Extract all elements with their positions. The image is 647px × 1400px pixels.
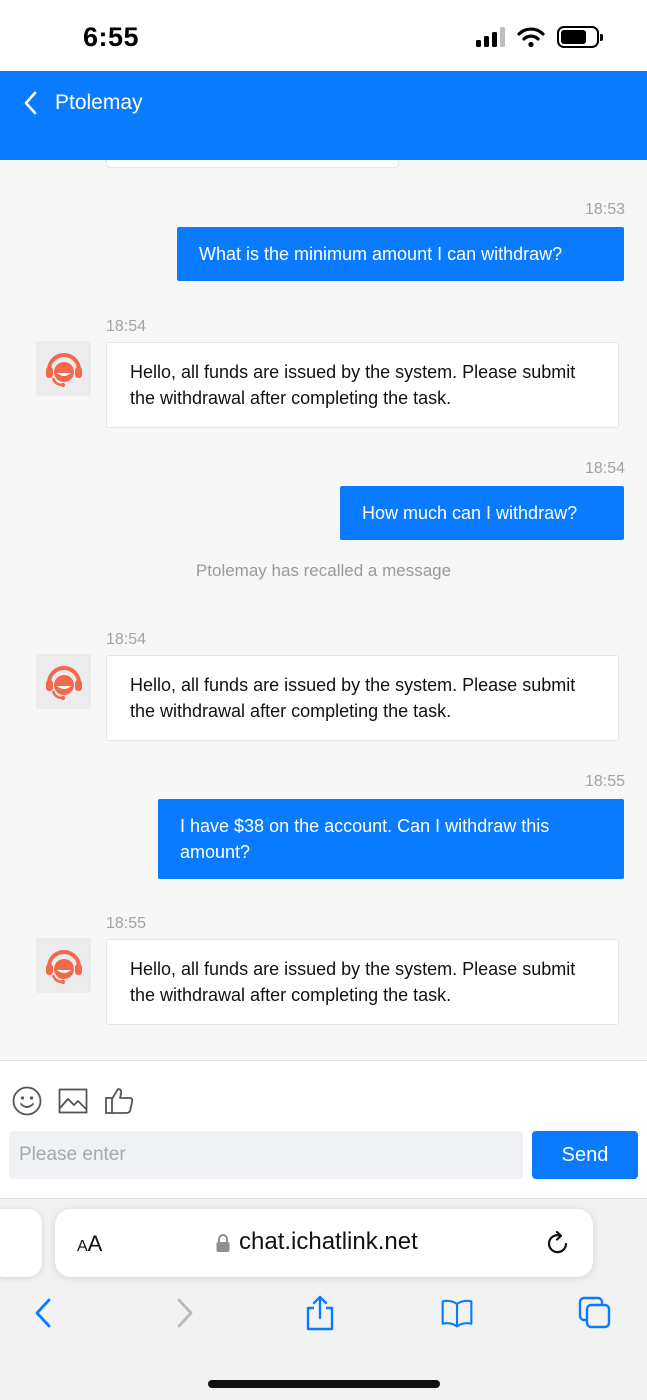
send-button[interactable]: Send xyxy=(532,1131,638,1179)
battery-icon xyxy=(557,26,603,48)
message-timestamp: 18:53 xyxy=(584,201,625,218)
previous-tab-stub[interactable] xyxy=(0,1209,42,1277)
message-timestamp: 18:55 xyxy=(584,773,625,790)
outgoing-message-bubble: I have $38 on the account. Can I withdra… xyxy=(158,799,624,879)
image-icon[interactable] xyxy=(57,1085,89,1117)
reader-settings-button[interactable]: AA xyxy=(77,1231,102,1257)
support-agent-icon xyxy=(45,665,82,700)
cellular-signal-icon xyxy=(476,27,505,47)
chat-message-list[interactable]: 18:53 What is the minimum amount I can w… xyxy=(0,160,647,1060)
message-input[interactable] xyxy=(9,1131,523,1179)
recalled-message-notice: Ptolemay has recalled a message xyxy=(195,561,452,580)
support-agent-icon xyxy=(45,949,82,984)
outgoing-message-bubble: What is the minimum amount I can withdra… xyxy=(177,227,624,281)
outgoing-message-bubble: How much can I withdraw? xyxy=(340,486,624,540)
lock-icon xyxy=(216,1234,230,1252)
tabs-icon[interactable] xyxy=(578,1295,612,1331)
incoming-message-bubble: Hello, all funds are issued by the syste… xyxy=(106,939,619,1025)
status-time: 6:55 xyxy=(83,22,140,52)
incoming-message-bubble: Hello, all funds are issued by the syste… xyxy=(106,342,619,428)
message-timestamp: 18:54 xyxy=(106,631,147,648)
browser-forward-icon[interactable] xyxy=(167,1295,201,1331)
aa-large: A xyxy=(87,1231,103,1256)
thumbs-up-icon[interactable] xyxy=(103,1085,135,1117)
support-agent-icon xyxy=(45,352,82,387)
previous-message-stub xyxy=(106,160,399,168)
url-text: chat.ichatlink.net xyxy=(239,1228,418,1255)
home-indicator xyxy=(208,1380,440,1388)
chat-title: Ptolemay xyxy=(55,91,143,114)
status-bar: 6:55 xyxy=(0,0,647,71)
message-timestamp: 18:54 xyxy=(106,318,147,335)
aa-small: A xyxy=(77,1238,88,1255)
emoji-icon[interactable] xyxy=(11,1085,43,1117)
share-icon[interactable] xyxy=(303,1295,337,1331)
message-composer: Send xyxy=(0,1060,647,1198)
wifi-icon xyxy=(517,27,545,48)
message-timestamp: 18:55 xyxy=(106,915,147,932)
status-icons xyxy=(476,26,603,48)
incoming-message-bubble: Hello, all funds are issued by the syste… xyxy=(106,655,619,741)
agent-avatar xyxy=(36,938,91,993)
browser-toolbar: AA chat.ichatlink.net xyxy=(0,1198,647,1400)
bookmarks-icon[interactable] xyxy=(440,1295,474,1331)
reload-icon[interactable] xyxy=(545,1230,571,1256)
back-button[interactable] xyxy=(18,88,44,118)
agent-avatar xyxy=(36,654,91,709)
chat-header: Ptolemay xyxy=(0,71,647,160)
browser-back-icon[interactable] xyxy=(27,1295,61,1331)
message-timestamp: 18:54 xyxy=(584,460,625,477)
address-bar[interactable]: AA chat.ichatlink.net xyxy=(55,1209,593,1277)
agent-avatar xyxy=(36,341,91,396)
